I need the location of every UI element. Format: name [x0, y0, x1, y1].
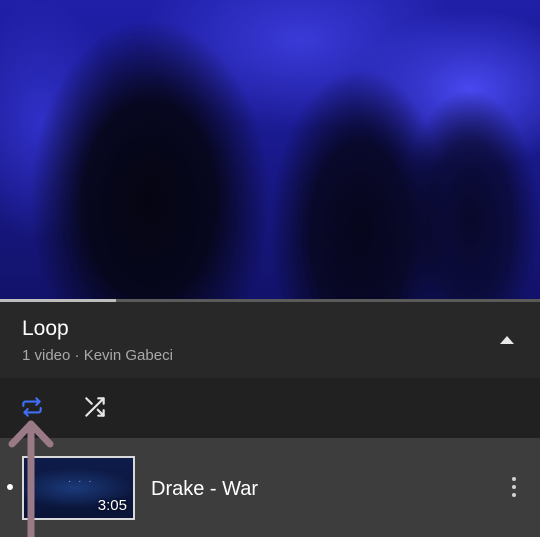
video-player[interactable]	[0, 0, 540, 300]
shuffle-icon	[85, 397, 105, 417]
shuffle-button[interactable]	[80, 392, 110, 422]
collapse-button[interactable]	[494, 330, 520, 350]
playlist-controls	[0, 378, 540, 438]
playlist-header[interactable]: Loop 1 video · Kevin Gabeci	[0, 302, 540, 378]
playlist-title: Loop	[22, 317, 69, 340]
video-duration: 3:05	[97, 497, 127, 514]
more-vert-icon	[512, 477, 516, 481]
playlist-meta: 1 video · Kevin Gabeci	[22, 347, 173, 364]
loop-icon	[22, 397, 42, 417]
now-playing-indicator	[7, 484, 13, 490]
chevron-up-icon	[500, 336, 514, 344]
video-title[interactable]: Drake - War	[151, 478, 258, 501]
loop-button[interactable]	[17, 392, 47, 422]
video-thumbnail[interactable]: · · · 3:05	[22, 456, 135, 520]
thumbnail-dots: · · ·	[68, 476, 94, 487]
more-options-button[interactable]	[504, 474, 524, 500]
playlist-item[interactable]: · · · 3:05 Drake - War	[0, 438, 540, 537]
